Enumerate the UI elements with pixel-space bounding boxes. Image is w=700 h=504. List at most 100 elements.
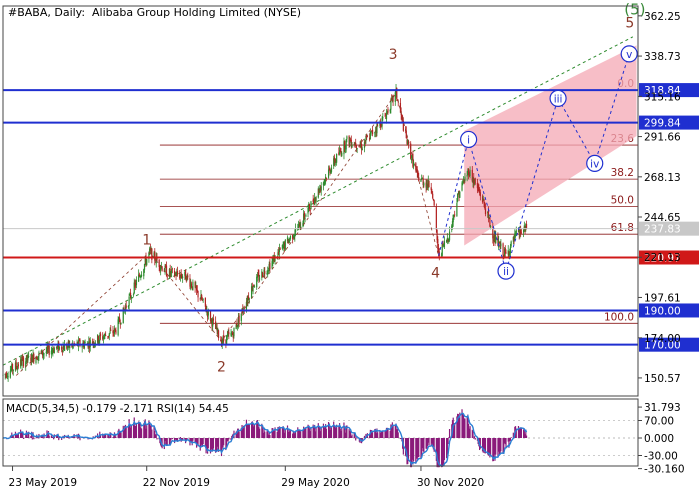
candle-body [28,356,30,357]
minor-wave-label: i [467,134,470,146]
macd-histogram-bar [166,438,168,446]
macd-histogram-bar [259,428,261,438]
macd-histogram-bar [223,438,225,446]
candle-body [505,252,507,254]
x-tick-label: 22 Nov 2019 [143,477,210,489]
macd-histogram-bar [115,436,117,438]
fib-level-label: 50.0 [611,195,634,207]
macd-histogram-bar [392,425,394,438]
y-tick-label: 338.73 [644,51,681,63]
macd-histogram-bar [79,438,81,441]
macd-histogram-bar [42,438,44,439]
y-tick-label: 244.65 [644,212,681,224]
macd-histogram-bar [377,432,379,438]
macd-histogram-bar [300,431,302,438]
macd-histogram-bar [52,438,55,440]
candle-body [310,201,312,210]
candle-body [443,241,446,248]
candle-body [346,136,348,140]
macd-histogram-bar [525,435,528,438]
macd-histogram-bar [179,437,182,438]
primary-wave-label: 4 [431,266,440,282]
macd-histogram-bar [443,438,446,461]
candle-body [228,332,230,335]
candle-body [128,296,130,306]
candle-body [479,192,481,197]
x-tick-label: 23 May 2019 [9,477,77,489]
macd-histogram-bar [248,424,250,438]
price-chart-svg: 0.023.638.250.061.8100.0 237.83318.84299… [0,0,700,500]
level-label: 190.00 [644,305,681,317]
macd-histogram-bar [228,438,230,440]
candle-body [7,376,9,378]
candle-body [304,217,306,219]
candle-body [109,331,111,334]
candle-body [377,125,379,127]
candle-body [115,330,117,334]
macd-histogram-bar [192,438,194,441]
macd-histogram-bar [447,438,449,445]
candle-body [464,176,466,181]
macd-y-tick-label: 70.00 [644,416,674,428]
candle-body [320,186,322,191]
candle-body [330,167,333,173]
candle-body [240,313,242,321]
macd-histogram-bar [423,438,425,453]
macd-histogram-bar [464,418,466,438]
y-tick-label: 197.61 [644,292,681,304]
candle-body [423,183,425,186]
macd-histogram-bar [315,426,317,438]
chart-root: 0.023.638.250.061.8100.0 237.83318.84299… [0,0,700,500]
macd-histogram-bar [48,435,50,438]
macd-histogram-bar [69,438,71,439]
candle-body [252,286,254,292]
candle-body [413,162,415,166]
macd-histogram-bar [97,438,99,439]
y-tick-label: 174.00 [644,333,681,345]
macd-histogram-bar [253,424,256,438]
macd-histogram-bar [473,436,476,438]
macd-histogram-bar [58,438,60,441]
macd-histogram-bar [371,432,374,438]
candle-body [89,340,91,347]
candle-body [192,281,194,290]
macd-histogram-bar [397,432,399,438]
candle-body [361,148,363,151]
candle-body [490,226,492,227]
minor-wave-label: iv [590,158,599,170]
macd-histogram-bar [120,432,122,438]
candle-body [495,235,497,244]
macd-histogram-bar [77,438,79,439]
candle-body [182,276,184,279]
candle-body [58,346,61,350]
fib-level-label: 100.0 [604,311,634,323]
candle-body [110,329,112,331]
candle-body [212,318,215,321]
candle-body [146,259,148,266]
candle-body [500,243,502,247]
candle-body [48,346,50,355]
candle-body [132,294,135,296]
candle-body [284,239,286,250]
primary-wave-label: 2 [217,359,226,375]
candle-body [433,200,435,206]
indicator-title: MACD(5,34,5) -0.179 -2.171 RSI(14) 54.45 [6,403,229,415]
macd-histogram-bar [341,427,343,438]
macd-histogram-bar [520,427,523,438]
macd-histogram-bar [151,429,153,438]
candle-body [341,152,343,156]
macd-y-tick-label: 31.793 [644,402,681,414]
macd-histogram-bar [510,437,512,438]
candle-body [469,169,471,176]
candle-body [264,271,266,274]
candle-body [125,305,127,308]
macd-histogram-bar [284,429,286,438]
macd-histogram-bar [22,438,25,439]
macd-histogram-bar [289,429,292,438]
candle-body [336,154,338,163]
y-tick-label: 268.13 [644,172,681,184]
macd-histogram-bar [469,426,471,438]
candle-body [366,136,369,138]
candle-body [420,179,422,182]
candle-body [454,214,456,216]
